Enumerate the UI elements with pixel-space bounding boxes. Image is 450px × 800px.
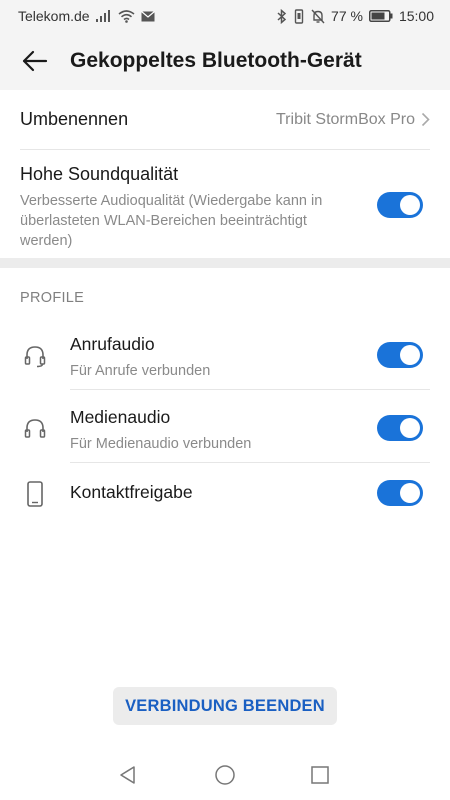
- circle-home-icon: [215, 765, 235, 785]
- signal-icon: [95, 10, 112, 22]
- vibrate-icon: [293, 8, 305, 24]
- phone-icon: [22, 481, 48, 507]
- nav-home-button[interactable]: [205, 755, 245, 795]
- screen: Telekom.de 77 % 15:00 Gekoppeltes Blueto…: [0, 0, 450, 800]
- high-quality-description: Verbesserte Audioqualität (Wiedergabe ka…: [20, 193, 323, 249]
- back-button[interactable]: [20, 46, 50, 76]
- high-quality-row: Hohe Soundqualität Verbesserte Audioqual…: [20, 164, 422, 251]
- mail-icon: [140, 10, 155, 22]
- profile-title: Kontaktfreigabe: [70, 482, 193, 502]
- triangle-back-icon: [120, 766, 135, 784]
- mute-bell-icon: [311, 9, 325, 24]
- profile-text: Medienaudio Für Medienaudio verbunden: [70, 407, 251, 452]
- square-recents-icon: [311, 766, 329, 784]
- battery-percent: 77 %: [331, 8, 363, 24]
- back-arrow-icon: [22, 50, 48, 72]
- nav-recents-button[interactable]: [300, 755, 340, 795]
- device-name: Tribit StormBox Pro: [276, 110, 415, 128]
- profile-title: Anrufaudio: [70, 334, 155, 354]
- call-audio-toggle[interactable]: [377, 342, 423, 368]
- app-bar: Gekoppeltes Bluetooth-Gerät: [0, 32, 450, 90]
- profiles-header: PROFILE: [20, 290, 85, 306]
- nav-back-button[interactable]: [108, 755, 148, 795]
- profile-title: Medienaudio: [70, 407, 171, 427]
- battery-icon: [368, 10, 393, 22]
- toggle-knob: [400, 195, 420, 215]
- profile-text: Kontaktfreigabe: [70, 482, 193, 503]
- bluetooth-icon: [277, 8, 287, 24]
- status-bar-left: Telekom.de: [18, 8, 155, 24]
- device-name-value: Tribit StormBox Pro: [276, 111, 430, 129]
- profile-row-media-audio[interactable]: Medienaudio Für Medienaudio verbunden: [0, 391, 450, 463]
- profile-text: Anrufaudio Für Anrufe verbunden: [70, 334, 210, 379]
- wifi-icon: [118, 9, 135, 23]
- high-quality-label: Hohe Soundqualität: [20, 164, 179, 184]
- toggle-knob: [400, 345, 420, 365]
- rename-label: Umbenennen: [20, 109, 129, 129]
- media-audio-toggle[interactable]: [377, 415, 423, 441]
- row-divider: [70, 462, 430, 463]
- profile-row-contact-sharing[interactable]: Kontaktfreigabe: [0, 464, 450, 536]
- toggle-knob: [400, 418, 420, 438]
- headset-icon: [22, 343, 48, 369]
- page-title: Gekoppeltes Bluetooth-Gerät: [70, 49, 362, 72]
- profile-subtitle: Für Medienaudio verbunden: [70, 436, 252, 452]
- chevron-right-icon: [421, 112, 430, 127]
- rename-row[interactable]: Umbenennen Tribit StormBox Pro: [20, 90, 430, 150]
- contact-sharing-toggle[interactable]: [377, 480, 423, 506]
- profile-row-call-audio[interactable]: Anrufaudio Für Anrufe verbunden: [0, 318, 450, 390]
- device-settings-card: Umbenennen Tribit StormBox Pro Hohe Soun…: [0, 90, 450, 258]
- clock: 15:00: [398, 8, 434, 24]
- toggle-knob: [400, 483, 420, 503]
- headphones-icon: [22, 416, 48, 442]
- section-divider: [0, 258, 450, 268]
- navigation-bar: [0, 750, 450, 800]
- status-bar-right: 77 % 15:00: [277, 8, 434, 24]
- carrier-label: Telekom.de: [18, 8, 90, 24]
- status-bar: Telekom.de 77 % 15:00: [0, 0, 450, 32]
- row-divider: [70, 389, 430, 390]
- high-quality-toggle[interactable]: [377, 192, 423, 218]
- profile-subtitle: Für Anrufe verbunden: [70, 363, 211, 379]
- disconnect-button[interactable]: VERBINDUNG BEENDEN: [113, 687, 337, 725]
